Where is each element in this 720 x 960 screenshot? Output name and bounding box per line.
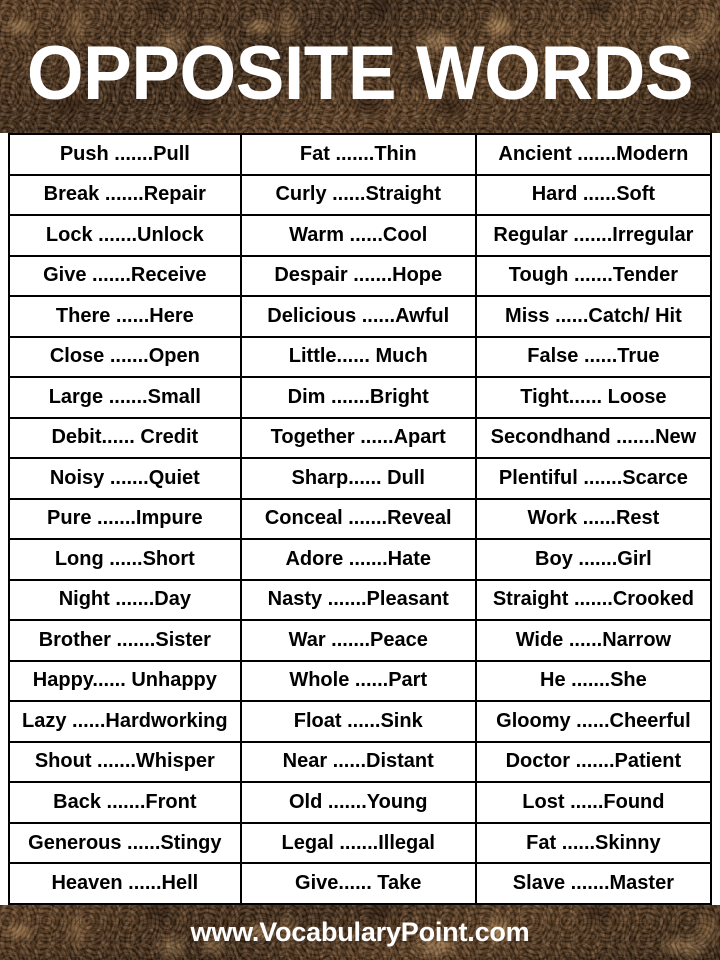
word-pair-cell: Lazy ......Hardworking (8, 700, 242, 743)
word-pair-cell: Give .......Receive (8, 254, 242, 298)
word-pair-cell: Lost ......Found (474, 781, 713, 824)
table-row: Generous ......Stingy Legal .......Illega… (8, 821, 713, 865)
table-row: Noisy .......Quiet Sharp...... Dull Plenti… (8, 457, 713, 500)
table-row: Debit...... Credit Together ......Apart Se… (8, 416, 713, 460)
word-pair-cell: Straight .......Crooked (474, 578, 713, 622)
word-pair-cell: Shout .......Whisper (8, 740, 242, 784)
word-pair-cell: There ......Here (8, 295, 242, 338)
word-pair-cell: Night .......Day (8, 578, 242, 622)
word-pair-cell: Slave .......Master (474, 862, 713, 905)
word-pair-cell: Warm ......Cool (239, 214, 477, 257)
word-pair-cell: War .......Peace (239, 619, 477, 662)
table-row: Brother .......Sister War .......Peace Wid… (8, 619, 713, 662)
word-pair-cell: Gloomy ......Cheerful (474, 700, 713, 743)
word-pair-cell: Doctor .......Patient (474, 740, 713, 784)
word-pair-cell: He .......She (474, 659, 713, 703)
word-pair-cell: Adore .......Hate (239, 538, 477, 581)
word-table-container: Push .......Pull Fat .......Thin Ancient .… (0, 133, 720, 905)
word-pair-cell: Near ......Distant (239, 740, 477, 784)
word-pair-cell: Hard ......Soft (474, 173, 713, 217)
word-pair-cell: Lock .......Unlock (8, 214, 242, 257)
word-pair-cell: Delicious ......Awful (239, 295, 477, 338)
table-row: Close .......Open Little...... Much False … (8, 335, 713, 379)
table-row: Happy...... Unhappy Whole ......Part He ..… (8, 659, 713, 703)
word-pair-cell: Whole ......Part (239, 659, 477, 703)
word-pair-cell: Regular .......Irregular (474, 214, 713, 257)
table-row: Shout .......Whisper Near ......Distant Do… (8, 740, 713, 784)
word-pair-cell: Old .......Young (239, 781, 477, 824)
table-row: Heaven ......Hell Give...... Take Slave ..… (8, 862, 713, 905)
table-row: Give .......Receive Despair .......Hope To… (8, 254, 713, 298)
table-row: Large .......Small Dim .......Bright Tight… (8, 376, 713, 419)
website-url: www.VocabularyPoint.com (190, 917, 530, 947)
word-pair-cell: Large .......Small (8, 376, 242, 419)
word-pair-cell: Sharp...... Dull (239, 457, 477, 500)
word-pair-cell: Miss ......Catch/ Hit (474, 295, 713, 338)
word-pair-cell: Despair .......Hope (239, 254, 477, 298)
word-pair-cell: Tight...... Loose (474, 376, 713, 419)
opposite-words-table: Push .......Pull Fat .......Thin Ancient .… (8, 133, 713, 905)
page-title: OPPOSITE WORDS (26, 30, 694, 116)
table-row: Lazy ......Hardworking Float ......Sink Gl… (8, 700, 713, 743)
table-row: Back .......Front Old .......Young Lost ..… (8, 781, 713, 824)
word-pair-cell: False ......True (474, 335, 713, 379)
word-pair-cell: Fat ......Skinny (474, 821, 713, 865)
word-pair-cell: Long ......Short (8, 538, 242, 581)
header-banner: OPPOSITE WORDS (0, 0, 720, 133)
word-pair-cell: Tough .......Tender (474, 254, 713, 298)
word-pair-cell: Fat .......Thin (239, 133, 477, 176)
word-pair-cell: Back .......Front (8, 781, 242, 824)
word-pair-cell: Happy...... Unhappy (8, 659, 242, 703)
table-row: Long ......Short Adore .......Hate Boy ...… (8, 538, 713, 581)
footer-banner: www.VocabularyPoint.com (0, 905, 720, 960)
word-pair-cell: Plentiful .......Scarce (474, 457, 713, 500)
word-pair-cell: Give...... Take (239, 862, 477, 905)
word-pair-cell: Break .......Repair (8, 173, 242, 217)
word-pair-cell: Together ......Apart (239, 416, 477, 460)
word-pair-cell: Close .......Open (8, 335, 242, 379)
word-pair-cell: Dim .......Bright (239, 376, 477, 419)
table-row: Night .......Day Nasty .......Pleasant Str… (8, 578, 713, 622)
table-body: Push .......Pull Fat .......Thin Ancient .… (8, 133, 713, 905)
word-pair-cell: Pure .......Impure (8, 497, 242, 541)
word-pair-cell: Brother .......Sister (8, 619, 242, 662)
word-pair-cell: Generous ......Stingy (8, 821, 242, 865)
word-pair-cell: Curly ......Straight (239, 173, 477, 217)
table-row: Pure .......Impure Conceal .......Reveal W… (8, 497, 713, 541)
word-pair-cell: Work ......Rest (474, 497, 713, 541)
table-row: Push .......Pull Fat .......Thin Ancient .… (8, 133, 713, 176)
word-pair-cell: Wide ......Narrow (474, 619, 713, 662)
word-pair-cell: Little...... Much (239, 335, 477, 379)
word-pair-cell: Debit...... Credit (8, 416, 242, 460)
word-pair-cell: Legal .......Illegal (239, 821, 477, 865)
word-pair-cell: Float ......Sink (239, 700, 477, 743)
word-pair-cell: Push .......Pull (8, 133, 242, 176)
table-row: Lock .......Unlock Warm ......Cool Regular… (8, 214, 713, 257)
word-pair-cell: Conceal .......Reveal (239, 497, 477, 541)
table-row: There ......Here Delicious ......Awful Mis… (8, 295, 713, 338)
word-pair-cell: Ancient .......Modern (474, 133, 713, 176)
word-pair-cell: Heaven ......Hell (8, 862, 242, 905)
word-pair-cell: Noisy .......Quiet (8, 457, 242, 500)
word-pair-cell: Boy .......Girl (474, 538, 713, 581)
word-pair-cell: Nasty .......Pleasant (239, 578, 477, 622)
word-pair-cell: Secondhand .......New (474, 416, 713, 460)
table-row: Break .......Repair Curly ......Straight H… (8, 173, 713, 217)
